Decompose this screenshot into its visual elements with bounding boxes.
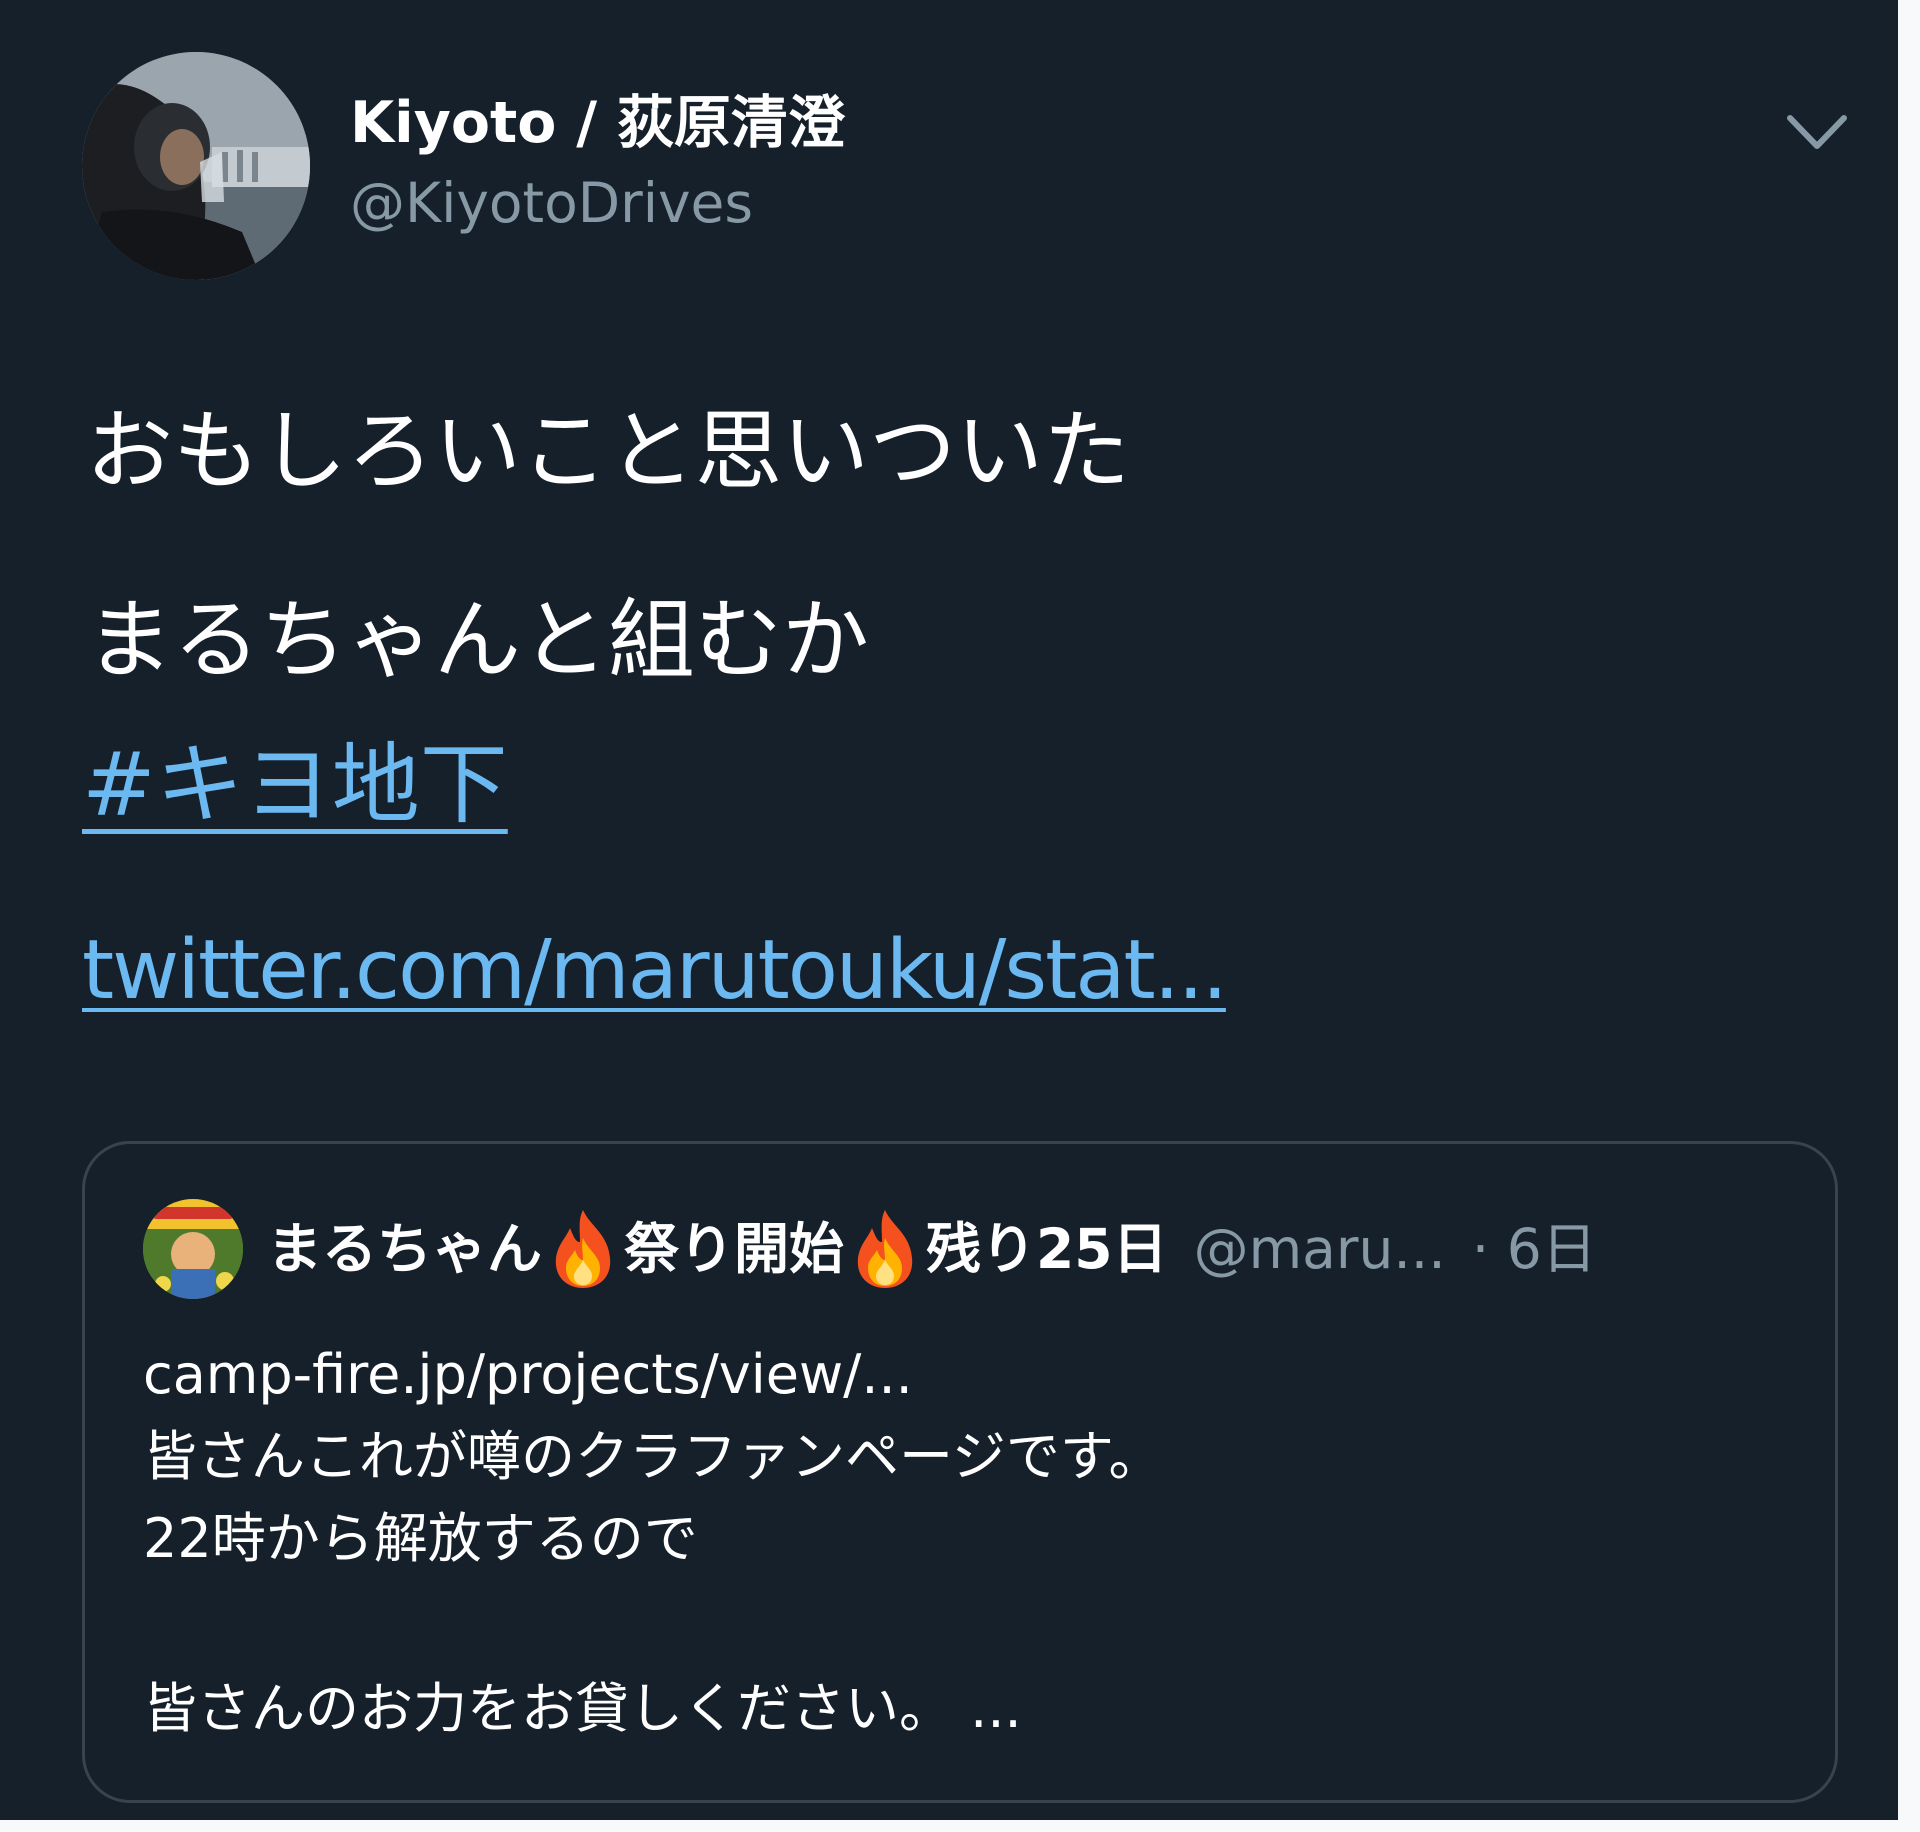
right-edge-strip bbox=[1898, 0, 1920, 1832]
quoted-tweet-header: まるちゃん 祭り開始 残り25日 @maru... · 6日 bbox=[267, 1204, 1597, 1294]
fire-emoji-icon bbox=[852, 1208, 918, 1290]
chevron-down-icon[interactable] bbox=[1782, 108, 1852, 156]
quoted-author-name-part-1: まるちゃん bbox=[267, 1217, 543, 1281]
hashtag-link[interactable]: #キヨ地下 bbox=[82, 730, 508, 840]
tweet-page: Kiyoto / 荻原清澄 @KiyotoDrives おもしろいこと思いついた… bbox=[0, 0, 1920, 1832]
quoted-tweet-body: camp-fire.jp/projects/view/... 皆さんこれが噂のク… bbox=[143, 1334, 1743, 1750]
quoted-body-line-2: 皆さんこれが噂のクラファンページです。 bbox=[143, 1425, 1163, 1488]
quoted-body-line-4 bbox=[143, 1580, 1743, 1668]
author-handle[interactable]: @KiyotoDrives bbox=[350, 168, 753, 238]
tweet-text-line-2: まるちゃんと組むか bbox=[86, 589, 869, 691]
quoted-body-line-1: camp-fire.jp/projects/view/... bbox=[143, 1343, 913, 1406]
author-display-name[interactable]: Kiyoto / 荻原清澄 bbox=[350, 88, 845, 158]
bottom-edge-strip bbox=[0, 1820, 1920, 1832]
quoted-author-avatar bbox=[143, 1199, 243, 1299]
quoted-author-handle[interactable]: @maru... bbox=[1194, 1214, 1446, 1284]
quoted-author-name[interactable]: まるちゃん 祭り開始 残り25日 bbox=[267, 1208, 1168, 1290]
quoted-body-line-3: 22時から解放するので bbox=[143, 1507, 698, 1570]
quoted-tweet-card[interactable]: まるちゃん 祭り開始 残り25日 @maru... · 6日 camp-fire… bbox=[82, 1141, 1838, 1803]
tweet-text-line-1: おもしろいこと思いついた bbox=[86, 400, 1130, 502]
quoted-tweet-date[interactable]: · 6日 bbox=[1472, 1214, 1597, 1284]
tweet-url-link[interactable]: twitter.com/marutouku/stat... bbox=[82, 916, 1228, 1026]
quoted-author-name-part-3: 残り25日 bbox=[926, 1217, 1168, 1281]
author-avatar[interactable] bbox=[82, 52, 310, 280]
quoted-author-name-part-2: 祭り開始 bbox=[624, 1217, 845, 1281]
fire-emoji-icon bbox=[550, 1208, 616, 1290]
quoted-body-line-5: 皆さんのお力をお貸しください。 ... bbox=[143, 1677, 1022, 1740]
